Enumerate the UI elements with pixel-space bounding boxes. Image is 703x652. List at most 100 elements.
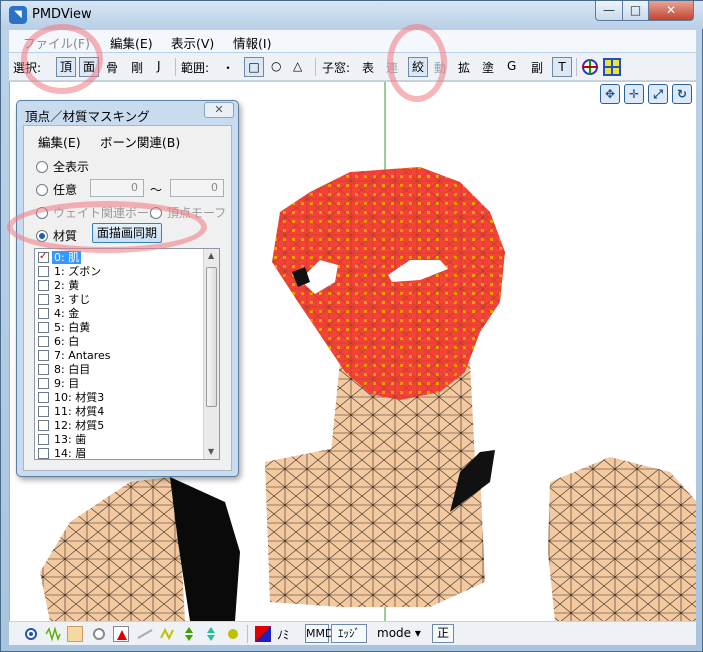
highlight-ring (387, 24, 447, 102)
material-list-item[interactable]: 8: 白目 (35, 363, 203, 377)
material-checkbox[interactable] (38, 448, 49, 459)
teal-arrow-icon[interactable] (203, 626, 219, 642)
record-icon[interactable] (23, 626, 39, 642)
range-from-field[interactable]: 0 (90, 179, 144, 197)
material-checkbox[interactable] (38, 280, 49, 291)
statusbar-separator (247, 625, 248, 643)
stripe-icon[interactable] (137, 626, 153, 642)
scroll-thumb[interactable] (206, 267, 217, 407)
t-button[interactable]: T (552, 57, 572, 77)
material-checkbox[interactable] (38, 250, 49, 264)
dialog-menu-edit[interactable]: 編集(E) (38, 132, 81, 151)
menu-info[interactable]: 情報(I) (233, 33, 271, 52)
range-triangle-button[interactable]: △ (293, 59, 302, 73)
status-bar: ﾉﾐ MMD ｴｯｼﾞ mode ▾ 正 (9, 621, 696, 645)
material-list-item[interactable]: 1: ズボン (35, 265, 203, 279)
menu-view[interactable]: 表示(V) (171, 33, 214, 52)
maximize-button[interactable]: □ (622, 1, 649, 21)
toolbar: 選択: 頂 面 骨 剛 J 範囲: ・ □ ○ △ 子窓: 表 連 絞 動 拡 … (9, 53, 696, 81)
range-label: 範囲: (181, 61, 210, 75)
material-list-item[interactable]: 9: 目 (35, 377, 203, 391)
mmd-button[interactable]: MMD (305, 624, 333, 643)
material-list-item[interactable]: 14: 眉 (35, 447, 203, 459)
grid-icon[interactable] (67, 626, 83, 642)
rigid-select-button[interactable]: 剛 (131, 59, 143, 76)
radio-icon (36, 184, 48, 196)
material-checkbox[interactable] (38, 266, 49, 277)
material-list-item[interactable]: 2: 黄 (35, 279, 203, 293)
material-list-item[interactable]: 6: 白 (35, 335, 203, 349)
material-label: 6: 白 (54, 335, 80, 348)
ring-icon[interactable] (91, 626, 107, 642)
sub-window-button[interactable]: 副 (531, 59, 543, 76)
dialog-menu-bone[interactable]: ボーン関連(B) (100, 132, 180, 151)
material-list[interactable]: 0: 肌1: ズボン2: 黄3: すじ4: 金5: 白黄6: 白7: Antar… (34, 248, 220, 460)
material-checkbox[interactable] (38, 294, 49, 305)
material-label: 5: 白黄 (54, 321, 91, 334)
zigzag-icon[interactable] (159, 626, 175, 642)
grid-view-icon[interactable] (603, 58, 621, 76)
radio-show-all-label: 全表示 (53, 160, 90, 174)
menu-edit[interactable]: 編集(E) (110, 33, 153, 52)
material-checkbox[interactable] (38, 406, 49, 417)
move-view-icon[interactable]: ✛ (624, 84, 644, 104)
rotate-view-icon[interactable]: ↻ (672, 84, 692, 104)
material-list-item[interactable]: 11: 材質4 (35, 405, 203, 419)
material-checkbox[interactable] (38, 392, 49, 403)
material-checkbox[interactable] (38, 350, 49, 361)
range-separator: 〜 (150, 183, 163, 197)
crosshair-icon[interactable] (581, 58, 599, 76)
range-point-button[interactable]: ・ (222, 59, 234, 76)
toolbar-separator (175, 58, 176, 76)
sei-button[interactable]: 正 (432, 624, 454, 643)
pan-view-icon[interactable]: ✥ (600, 84, 620, 104)
list-scrollbar[interactable]: ▲ ▼ (203, 249, 219, 459)
wave-icon[interactable] (45, 626, 61, 642)
material-checkbox[interactable] (38, 420, 49, 431)
material-checkbox[interactable] (38, 364, 49, 375)
nomi-button[interactable]: ﾉﾐ (277, 626, 289, 643)
mode-dropdown[interactable]: mode ▾ (377, 626, 421, 640)
title-bar[interactable]: ◥ PMDView — □ ✕ (1, 1, 703, 29)
material-label: 2: 黄 (54, 279, 80, 292)
material-list-item[interactable]: 5: 白黄 (35, 321, 203, 335)
range-to-field[interactable]: 0 (170, 179, 224, 197)
edge-button[interactable]: ｴｯｼﾞ (331, 624, 367, 643)
material-list-item[interactable]: 12: 材質5 (35, 419, 203, 433)
material-list-item[interactable]: 10: 材質3 (35, 391, 203, 405)
dialog-title: 頂点／材質マスキング (25, 109, 150, 124)
material-list-item[interactable]: 3: すじ (35, 293, 203, 307)
dialog-close-button[interactable]: ✕ (204, 102, 234, 118)
bone-select-button[interactable]: 骨 (106, 59, 118, 76)
material-checkbox[interactable] (38, 336, 49, 347)
pmdview-app-icon: ◥ (9, 6, 27, 24)
minimize-button[interactable]: — (595, 1, 623, 21)
material-checkbox[interactable] (38, 378, 49, 389)
material-checkbox[interactable] (38, 322, 49, 333)
menu-bar: ファイル(F) 編集(E) 表示(V) 情報(I) (9, 30, 696, 52)
table-window-button[interactable]: 表 (362, 59, 374, 76)
g-window-button[interactable]: G (507, 59, 516, 73)
range-circle-button[interactable]: ○ (271, 59, 281, 73)
material-checkbox[interactable] (38, 308, 49, 319)
joint-select-button[interactable]: J (157, 59, 161, 73)
dialog-body: 編集(E) ボーン関連(B) 全表示 任意 0 〜 0 ウェイト関連ボーン 頂点… (23, 125, 232, 471)
zoom-view-icon[interactable]: ⤢ (648, 84, 668, 104)
material-list-item[interactable]: 7: Antares (35, 349, 203, 363)
paint-window-button[interactable]: 塗 (482, 59, 494, 76)
expand-window-button[interactable]: 拡 (458, 59, 470, 76)
green-arrow-icon[interactable] (181, 626, 197, 642)
scroll-down-icon[interactable]: ▼ (208, 447, 214, 456)
close-button[interactable]: ✕ (648, 1, 694, 21)
material-checkbox[interactable] (38, 434, 49, 445)
range-rect-button[interactable]: □ (244, 57, 264, 77)
radio-arbitrary[interactable]: 任意 (36, 181, 77, 198)
color-swatch-icon[interactable] (255, 626, 271, 642)
yellow-dot-icon[interactable] (225, 626, 241, 642)
scroll-up-icon[interactable]: ▲ (208, 251, 214, 260)
material-list-item[interactable]: 4: 金 (35, 307, 203, 321)
material-list-item[interactable]: 0: 肌 (35, 250, 203, 265)
material-list-item[interactable]: 13: 歯 (35, 433, 203, 447)
triangle-icon[interactable] (113, 626, 129, 642)
radio-show-all[interactable]: 全表示 (36, 158, 89, 175)
